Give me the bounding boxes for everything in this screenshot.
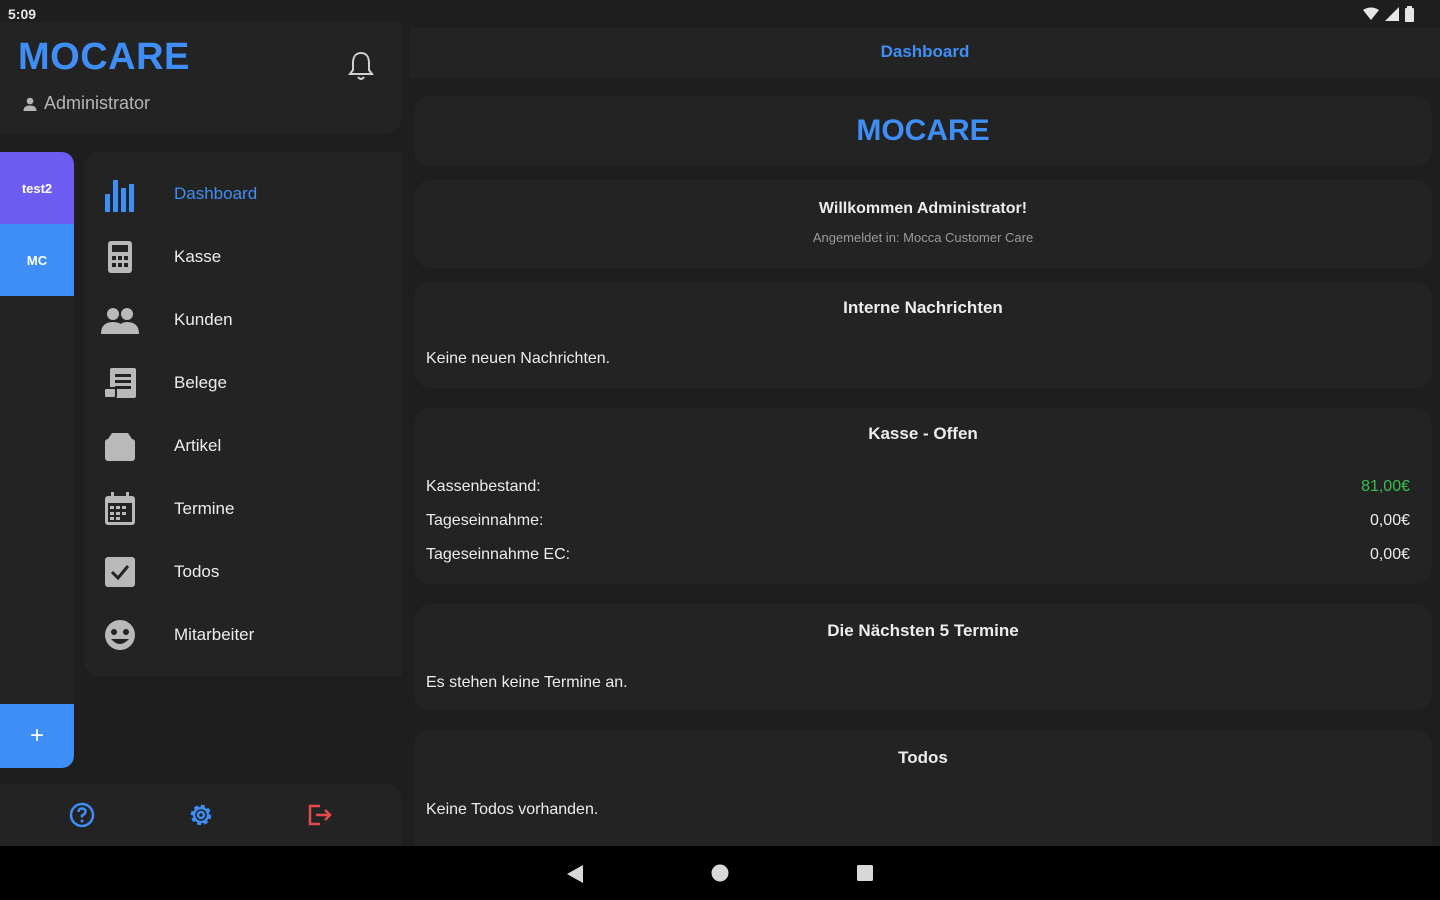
sidebar-item-dashboard[interactable]: Dashboard (84, 164, 402, 224)
sidebar-item-label: Kasse (174, 247, 222, 266)
battery-icon (1405, 6, 1414, 22)
sidebar-item-artikel[interactable]: Artikel (84, 416, 402, 476)
messages-title: Interne Nachrichten (843, 298, 1003, 317)
kasse-row-value: 81,00€ (1361, 478, 1410, 495)
sidebar-item-termine[interactable]: Termine (84, 479, 402, 539)
messages-card: Interne Nachrichten Keine neuen Nachrich… (414, 282, 1432, 388)
home-button[interactable] (711, 864, 729, 887)
status-icons (1363, 6, 1414, 22)
status-time: 5:09 (8, 6, 37, 22)
sidebar-item-label: Todos (174, 562, 220, 581)
face-icon (100, 615, 140, 655)
sidebar-item-todos[interactable]: Todos (84, 542, 402, 602)
company-tab-mc[interactable]: MC (0, 224, 74, 296)
sidebar-item-label: Termine (174, 499, 235, 518)
kasse-row-label: Tageseinnahme EC: (426, 546, 571, 563)
logout-button[interactable] (305, 800, 335, 830)
calculator-icon (100, 237, 140, 277)
person-icon (23, 97, 37, 111)
system-nav-bar (0, 846, 1440, 900)
kasse-title: Kasse - Offen (868, 424, 978, 443)
home-circle-icon (711, 864, 729, 882)
box-icon (100, 426, 140, 466)
sidebar-item-mitarbeiter[interactable]: Mitarbeiter (84, 605, 402, 665)
kasse-row-value: 0,00€ (1369, 512, 1410, 529)
sidebar-header: MOCARE Administrator (0, 22, 402, 134)
welcome-card: Willkommen Administrator! Angemeldet in:… (414, 180, 1432, 268)
todos-title: Todos (898, 748, 948, 767)
signal-icon (1385, 7, 1399, 21)
help-button[interactable] (67, 800, 97, 830)
kasse-row-bestand: Kassenbestand: 81,00€ (426, 478, 1410, 496)
user-role-label: Administrator (44, 93, 151, 113)
termine-text: Es stehen keine Termine an. (426, 674, 628, 691)
recents-button[interactable] (856, 864, 874, 887)
kasse-row-einnahme-ec: Tageseinnahme EC: 0,00€ (426, 546, 1410, 564)
user-role: Administrator (22, 93, 150, 114)
receipt-icon (100, 363, 140, 403)
help-icon (69, 802, 95, 828)
sidebar-item-belege[interactable]: Belege (84, 353, 402, 413)
gear-icon (190, 804, 212, 826)
app-root: 5:09 MOCARE Administrator test2 MC + Das… (0, 0, 1440, 900)
kasse-row-label: Tageseinnahme: (426, 512, 544, 529)
sidebar-item-label: Mitarbeiter (174, 625, 255, 644)
checkbox-icon (100, 552, 140, 592)
sidebar-item-label: Artikel (174, 436, 222, 455)
sidebar-footer (0, 784, 402, 846)
settings-button[interactable] (186, 800, 216, 830)
sidebar-item-label: Dashboard (174, 184, 258, 203)
messages-text: Keine neuen Nachrichten. (426, 350, 611, 367)
todos-text: Keine Todos vorhanden. (426, 801, 599, 818)
bar-chart-icon (100, 174, 140, 214)
brand-logo: MOCARE (18, 36, 190, 78)
hero-title: MOCARE (856, 114, 990, 147)
welcome-title: Willkommen Administrator! (818, 200, 1028, 217)
company-rail: test2 MC + (0, 152, 74, 768)
kasse-row-einnahme: Tageseinnahme: 0,00€ (426, 512, 1410, 530)
calendar-icon (100, 489, 140, 529)
sidebar-item-label: Kunden (174, 310, 233, 329)
back-triangle-icon (567, 865, 583, 883)
page-title: Dashboard (410, 28, 1440, 78)
kasse-row-label: Kassenbestand: (426, 478, 541, 495)
logout-icon (308, 804, 332, 826)
sidebar-item-label: Belege (174, 373, 227, 392)
termine-card: Die Nächsten 5 Termine Es stehen keine T… (414, 604, 1432, 710)
kasse-row-value: 0,00€ (1369, 546, 1410, 563)
termine-title: Die Nächsten 5 Termine (827, 621, 1019, 640)
back-button[interactable] (566, 864, 584, 889)
bell-icon (348, 51, 374, 80)
wifi-icon (1363, 7, 1379, 20)
sidebar-nav: Dashboard Kasse Kunden Belege Artikel Te… (84, 152, 402, 676)
notifications-button[interactable] (346, 50, 376, 87)
sidebar-item-kasse[interactable]: Kasse (84, 227, 402, 287)
company-tab-test2[interactable]: test2 (0, 152, 74, 224)
kasse-card: Kasse - Offen Kassenbestand: 81,00€ Tage… (414, 408, 1432, 584)
hero-card: MOCARE (414, 96, 1432, 166)
sidebar-item-kunden[interactable]: Kunden (84, 290, 402, 350)
people-icon (100, 300, 140, 340)
todos-card: Todos Keine Todos vorhanden. (414, 730, 1432, 846)
welcome-subtitle: Angemeldet in: Mocca Customer Care (812, 230, 1034, 245)
recents-square-icon (857, 865, 873, 881)
add-company-button[interactable]: + (0, 704, 74, 768)
